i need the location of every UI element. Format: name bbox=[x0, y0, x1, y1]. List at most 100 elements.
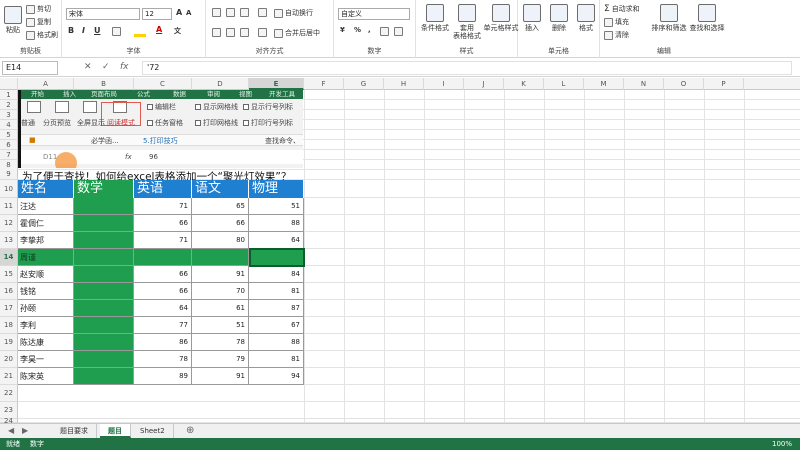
table-cell-eng[interactable]: 71 bbox=[134, 232, 192, 249]
header-math[interactable]: 数学 bbox=[74, 180, 134, 198]
decrease-decimal-icon[interactable] bbox=[394, 27, 403, 36]
column-header[interactable]: D bbox=[192, 78, 249, 90]
table-cell-chn[interactable]: 65 bbox=[192, 198, 249, 215]
table-cell-eng[interactable]: 73 bbox=[134, 249, 192, 266]
row-header[interactable]: 1 bbox=[0, 90, 18, 100]
comma-icon[interactable]: , bbox=[368, 26, 371, 34]
column-header[interactable]: M bbox=[584, 78, 624, 90]
cancel-icon[interactable]: ✕ bbox=[84, 62, 92, 72]
table-cell-name[interactable]: 李昊一 bbox=[18, 351, 74, 368]
column-header[interactable]: O bbox=[664, 78, 704, 90]
cut-button[interactable]: 剪切 bbox=[26, 4, 51, 14]
status-zoom[interactable]: 100% bbox=[772, 438, 792, 450]
table-cell-chn[interactable]: 80 bbox=[192, 232, 249, 249]
select-all-corner[interactable] bbox=[0, 78, 18, 90]
table-cell-chn[interactable]: 70 bbox=[192, 283, 249, 300]
table-cell-name[interactable]: 汪达 bbox=[18, 198, 74, 215]
table-cell-phy[interactable]: 81 bbox=[249, 283, 304, 300]
italic-icon[interactable]: I bbox=[82, 26, 85, 35]
align-right-icon[interactable] bbox=[240, 28, 249, 37]
row-header[interactable]: 2 bbox=[0, 100, 18, 110]
table-cell-math[interactable]: 81 bbox=[74, 300, 134, 317]
row-header[interactable]: 5 bbox=[0, 130, 18, 140]
table-cell-chn[interactable]: 91 bbox=[192, 368, 249, 385]
table-cell-phy[interactable]: 81 bbox=[249, 351, 304, 368]
column-header[interactable]: F bbox=[304, 78, 344, 90]
format-cells-button[interactable]: 格式 bbox=[572, 4, 600, 32]
table-cell-math[interactable]: 68 bbox=[74, 368, 134, 385]
column-header[interactable]: L bbox=[544, 78, 584, 90]
sheet-tab[interactable]: 题目要求 bbox=[52, 424, 97, 438]
table-cell-chn[interactable]: 66 bbox=[192, 215, 249, 232]
table-cell-eng[interactable]: 77 bbox=[134, 317, 192, 334]
font-name-select[interactable]: 宋体 bbox=[66, 8, 140, 20]
row-header[interactable]: 10 bbox=[0, 180, 18, 198]
table-cell-phy[interactable]: 88 bbox=[249, 334, 304, 351]
table-cell-eng[interactable]: 86 bbox=[134, 334, 192, 351]
table-cell-chn[interactable]: 51 bbox=[192, 317, 249, 334]
table-cell-phy[interactable]: 94 bbox=[249, 368, 304, 385]
sort-filter-button[interactable]: 排序和筛选 bbox=[650, 4, 688, 32]
table-cell-name[interactable]: 霍倜仁 bbox=[18, 215, 74, 232]
format-painter-button[interactable]: 格式刷 bbox=[26, 30, 58, 40]
table-cell-phy[interactable]: 51 bbox=[249, 198, 304, 215]
table-cell-math[interactable]: 80 bbox=[74, 283, 134, 300]
column-header[interactable]: G bbox=[344, 78, 384, 90]
table-cell-name[interactable]: 钱铭 bbox=[18, 283, 74, 300]
table-cell-eng[interactable]: 71 bbox=[134, 198, 192, 215]
fill-color-icon[interactable] bbox=[134, 27, 146, 37]
embedded-screenshot[interactable]: 开始 插入 页面布局 公式 数据 审阅 视图 开发工具 普通 分页预览 全屏显示… bbox=[18, 90, 303, 168]
align-center-icon[interactable] bbox=[226, 28, 235, 37]
table-format-button[interactable]: 套用 表格格式 bbox=[450, 4, 484, 40]
table-cell-phy[interactable]: 87 bbox=[249, 300, 304, 317]
table-cell-eng[interactable]: 89 bbox=[134, 368, 192, 385]
row-header[interactable]: 20 bbox=[0, 351, 18, 368]
name-box[interactable]: E14 bbox=[2, 61, 58, 75]
sheet-tab[interactable]: Sheet2 bbox=[132, 424, 174, 438]
table-cell-math[interactable]: 65 bbox=[74, 198, 134, 215]
align-left-icon[interactable] bbox=[212, 28, 221, 37]
row-header[interactable]: 18 bbox=[0, 317, 18, 334]
table-cell-eng[interactable]: 66 bbox=[134, 266, 192, 283]
add-sheet-icon[interactable]: ⊕ bbox=[186, 425, 194, 436]
column-header[interactable]: C bbox=[134, 78, 192, 90]
sheet-tab-active[interactable]: 题目 bbox=[100, 424, 131, 438]
number-format-select[interactable]: 自定义 bbox=[338, 8, 410, 20]
clear-button[interactable]: 清除 bbox=[604, 30, 629, 40]
table-cell-phy[interactable]: 67 bbox=[249, 317, 304, 334]
delete-cells-button[interactable]: 删除 bbox=[545, 4, 573, 32]
increase-decimal-icon[interactable] bbox=[380, 27, 389, 36]
font-color-icon[interactable]: A bbox=[156, 25, 162, 34]
table-cell-chn[interactable]: 78 bbox=[192, 334, 249, 351]
table-cell-eng[interactable]: 64 bbox=[134, 300, 192, 317]
row-header[interactable]: 3 bbox=[0, 110, 18, 120]
font-size-select[interactable]: 12 bbox=[142, 8, 172, 20]
currency-icon[interactable]: ¥ bbox=[340, 26, 345, 34]
row-header[interactable]: 17 bbox=[0, 300, 18, 317]
header-english[interactable]: 英语 bbox=[134, 180, 192, 198]
column-header[interactable]: B bbox=[74, 78, 134, 90]
row-header[interactable]: 13 bbox=[0, 232, 18, 249]
row-header[interactable]: 15 bbox=[0, 266, 18, 283]
column-header[interactable]: N bbox=[624, 78, 664, 90]
orientation-icon[interactable] bbox=[258, 8, 267, 17]
header-name[interactable]: 姓名 bbox=[18, 180, 74, 198]
row-header[interactable]: 22 bbox=[0, 385, 18, 402]
row-header[interactable]: 6 bbox=[0, 140, 18, 150]
table-cell-eng[interactable]: 66 bbox=[134, 283, 192, 300]
column-header[interactable]: H bbox=[384, 78, 424, 90]
table-cell-phy[interactable]: 84 bbox=[249, 266, 304, 283]
table-cell-name[interactable]: 周谨 bbox=[18, 249, 74, 266]
fill-button[interactable]: 填充 bbox=[604, 17, 629, 27]
table-cell-chn[interactable]: 61 bbox=[192, 300, 249, 317]
column-header[interactable]: K bbox=[504, 78, 544, 90]
row-header[interactable]: 19 bbox=[0, 334, 18, 351]
merge-center-button[interactable]: 合并后居中 bbox=[274, 28, 320, 38]
grow-font-icon[interactable]: A bbox=[176, 8, 182, 17]
column-header[interactable]: P bbox=[704, 78, 744, 90]
row-header[interactable]: 21 bbox=[0, 368, 18, 385]
autosum-button[interactable]: Σ 自动求和 bbox=[604, 4, 640, 14]
prev-sheet-icon[interactable]: ◀ bbox=[8, 426, 14, 435]
column-header[interactable]: I bbox=[424, 78, 464, 90]
paste-button[interactable]: 粘贴 bbox=[2, 6, 24, 34]
